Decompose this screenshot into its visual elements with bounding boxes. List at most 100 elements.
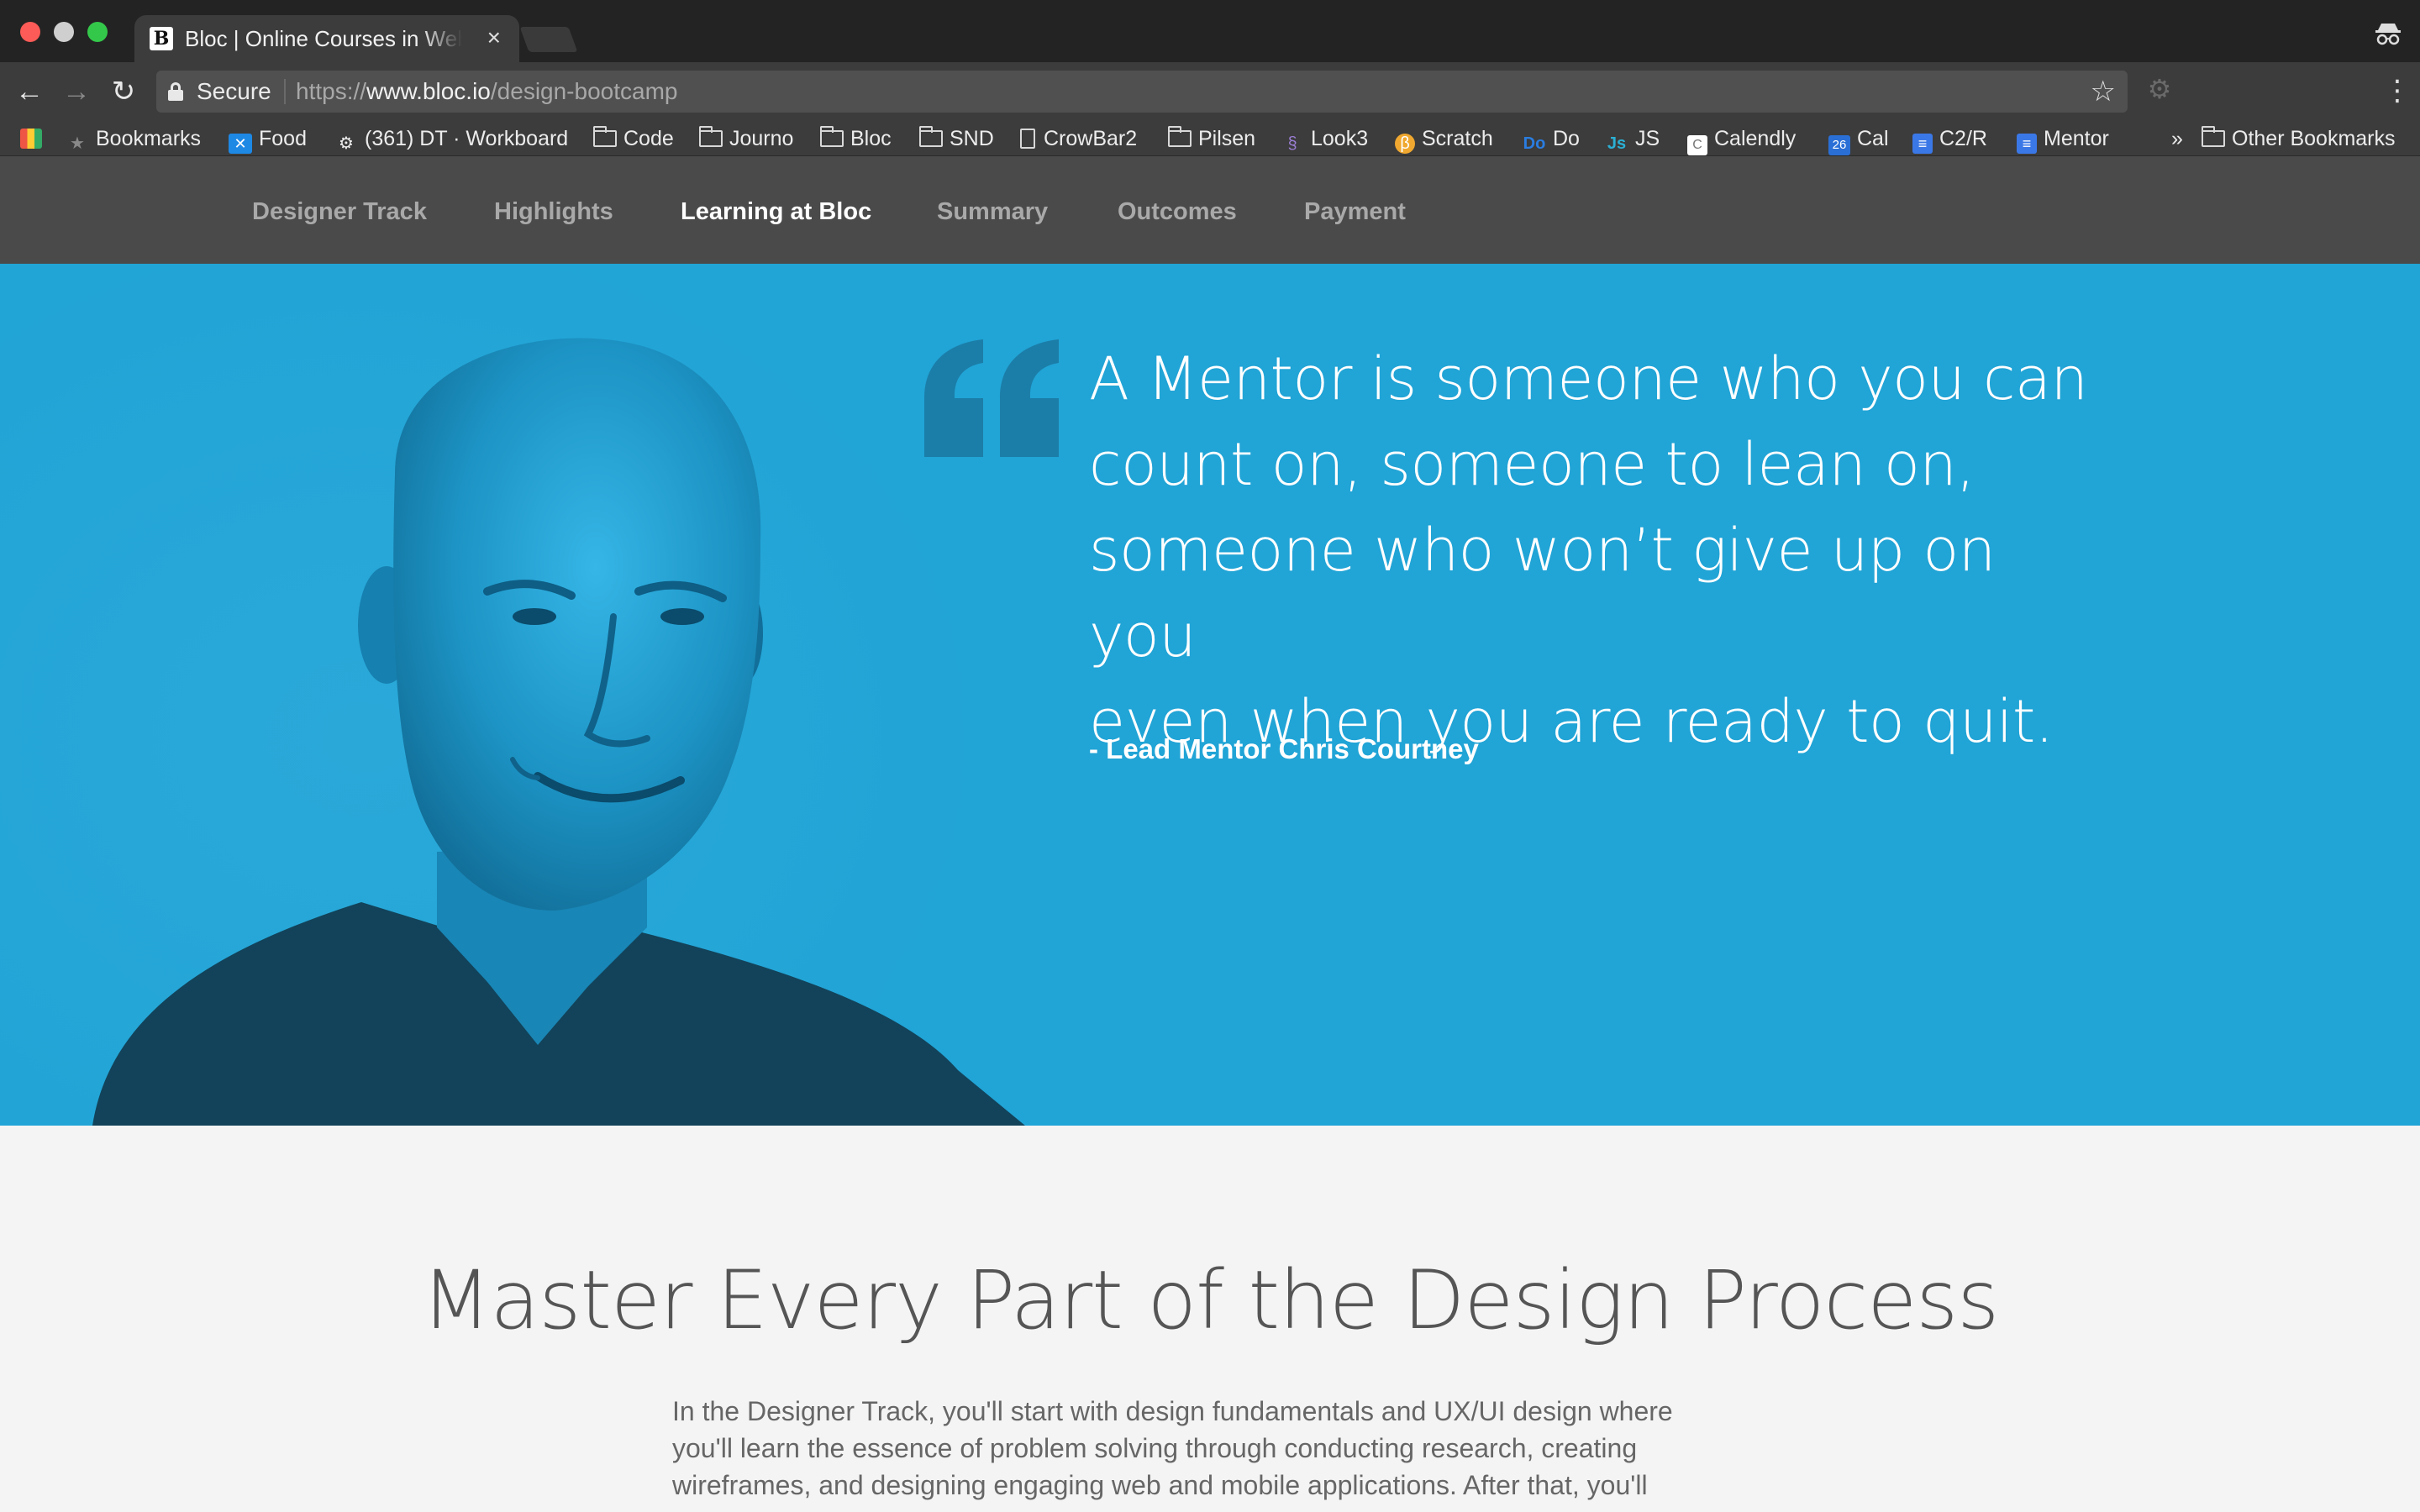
page-section-nav: Designer Track Highlights Learning at Bl… — [0, 156, 2420, 273]
section-title: Master Every Part of the Design Process — [421, 1253, 2000, 1347]
folder-icon — [1168, 126, 1192, 147]
description-line: In the Designer Track, you'll start with… — [672, 1396, 1673, 1426]
mentor-quote-hero: A Mentor is someone who you can count on… — [0, 264, 2420, 1126]
bookmark-do[interactable]: Do Do — [1523, 124, 1580, 153]
bookmark-crowbar2[interactable]: CrowBar2 — [1017, 124, 1137, 153]
bookmark-star-icon[interactable]: ☆ — [2091, 76, 2116, 108]
bookmark-workboard[interactable]: ⚙ (361) DT · Workboard — [334, 124, 568, 153]
extension-gear-icon[interactable]: ⚙ — [2144, 74, 2175, 104]
bookmark-label: JS — [1635, 127, 1660, 150]
forward-arrow-icon[interactable]: → — [59, 74, 94, 109]
quote-line: A Mentor is someone who you can — [1089, 344, 2088, 413]
browser-toolbar: ← → ↻ Secure https://www.bloc.io/design-… — [0, 62, 2420, 121]
document-icon — [1020, 129, 1035, 149]
window-titlebar: B Bloc | Online Courses in Web Developme… — [0, 0, 2420, 62]
bookmark-label: (361) DT · Workboard — [365, 127, 569, 150]
url-host: www.bloc.io — [366, 78, 491, 104]
other-bookmarks[interactable]: Other Bookmarks — [2202, 124, 2396, 153]
bookmark-bloc[interactable]: Bloc — [820, 124, 892, 153]
docs-icon: ≡ — [1912, 134, 1933, 154]
food-app-icon: ✕ — [229, 134, 252, 154]
bookmark-label: Look3 — [1311, 127, 1369, 150]
url-scheme: https:// — [296, 78, 367, 104]
calendar-icon: 26 — [1828, 135, 1850, 155]
maximize-window-button[interactable] — [87, 22, 108, 42]
bookmark-label: Scratch — [1422, 127, 1493, 150]
bookmark-label: Pilsen — [1198, 127, 1256, 150]
scratch-icon: β — [1395, 134, 1415, 154]
mentor-portrait — [0, 264, 1042, 1126]
close-window-button[interactable] — [20, 22, 40, 42]
folder-icon — [919, 126, 943, 147]
section-description: In the Designer Track, you'll start with… — [672, 1393, 1748, 1504]
bookmarks-overflow-chevron-icon[interactable]: » — [2171, 124, 2183, 153]
close-tab-icon[interactable]: × — [487, 24, 501, 52]
bookmark-calendly[interactable]: C Calendly — [1687, 124, 1797, 155]
bookmark-pilsen[interactable]: Pilsen — [1168, 124, 1255, 153]
bloc-favicon-icon: B — [150, 27, 173, 50]
bookmarks-bar: ★ Bookmarks ✕ Food ⚙ (361) DT · Workboard C… — [0, 121, 2420, 156]
bookmark-label: Bloc — [850, 127, 892, 150]
description-line: wireframes, and designing engaging web a… — [672, 1470, 1648, 1500]
star-icon: ★ — [70, 134, 85, 153]
bookmark-bookmarks[interactable]: ★ Bookmarks — [66, 124, 201, 153]
browser-tab[interactable]: B Bloc | Online Courses in Web Developme… — [134, 15, 519, 62]
gear-icon: ⚙ — [339, 134, 354, 153]
lock-icon — [168, 82, 183, 101]
folder-icon — [699, 126, 723, 147]
calendly-icon: C — [1687, 135, 1707, 155]
tab-title: Bloc | Online Courses in Web Development — [185, 26, 462, 51]
bookmark-mentor[interactable]: ≡ Mentor — [2017, 124, 2109, 154]
bookmark-js[interactable]: Js JS — [1605, 124, 1660, 153]
bookmark-cal[interactable]: 26 Cal — [1828, 124, 1889, 155]
bookmark-label: Code — [623, 127, 674, 150]
apps-grid-icon — [20, 129, 42, 149]
quote-line: count on, someone to lean on, — [1089, 430, 1975, 499]
bookmark-label: Journo — [729, 127, 794, 150]
bookmark-scratch[interactable]: β Scratch — [1395, 124, 1493, 154]
folder-icon — [2202, 126, 2225, 147]
new-tab-button[interactable] — [519, 27, 578, 52]
browser-menu-icon[interactable]: ⋮ — [2383, 74, 2412, 108]
incognito-icon — [2373, 20, 2403, 47]
url-text[interactable]: https://www.bloc.io/design-bootcamp — [296, 77, 677, 106]
apps-icon[interactable] — [20, 124, 49, 153]
do-icon: Do — [1523, 134, 1546, 153]
mentor-quote: A Mentor is someone who you can count on… — [1089, 336, 2097, 764]
nav-label: Learning at Bloc — [681, 198, 872, 225]
quote-author: - Lead Mentor Chris Courtney — [1089, 733, 1479, 764]
bookmark-label: Calendly — [1714, 127, 1797, 150]
bookmark-label: Cal — [1857, 127, 1889, 150]
nav-payment[interactable]: Payment — [1304, 195, 1406, 228]
url-separator — [284, 79, 286, 104]
nav-outcomes[interactable]: Outcomes — [1118, 195, 1237, 228]
bookmark-label: Mentor — [2044, 127, 2109, 150]
bookmark-food[interactable]: ✕ Food — [229, 124, 307, 154]
folder-icon — [593, 126, 617, 147]
bookmark-look3[interactable]: § Look3 — [1281, 124, 1368, 153]
back-arrow-icon[interactable]: ← — [12, 74, 47, 109]
secure-label: Secure — [197, 78, 271, 104]
nav-learning-at-bloc[interactable]: Learning at Bloc — [681, 195, 872, 273]
bookmark-snd[interactable]: SND — [919, 124, 994, 153]
bookmark-journo[interactable]: Journo — [699, 124, 793, 153]
quote-line: someone who won’t give up on you — [1089, 516, 1996, 670]
bookmark-label: Food — [259, 127, 307, 150]
bookmark-label: CrowBar2 — [1044, 127, 1138, 150]
bookmark-c2r[interactable]: ≡ C2/R — [1912, 124, 1987, 154]
url-path: /design-bootcamp — [490, 78, 678, 104]
quote-mark-icon — [924, 339, 1059, 457]
look3-icon: § — [1287, 134, 1297, 153]
reload-icon[interactable]: ↻ — [106, 74, 141, 109]
js-icon: Js — [1607, 134, 1627, 153]
nav-designer-track[interactable]: Designer Track — [252, 195, 427, 228]
nav-summary[interactable]: Summary — [937, 195, 1048, 228]
minimize-window-button[interactable] — [54, 22, 74, 42]
bookmark-label: SND — [950, 127, 994, 150]
nav-highlights[interactable]: Highlights — [494, 195, 613, 228]
bookmark-label: Do — [1553, 127, 1580, 150]
address-bar[interactable]: Secure https://www.bloc.io/design-bootca… — [156, 71, 2128, 113]
bookmark-code[interactable]: Code — [593, 124, 674, 153]
bookmark-label: C2/R — [1939, 127, 1987, 150]
folder-icon — [820, 126, 844, 147]
